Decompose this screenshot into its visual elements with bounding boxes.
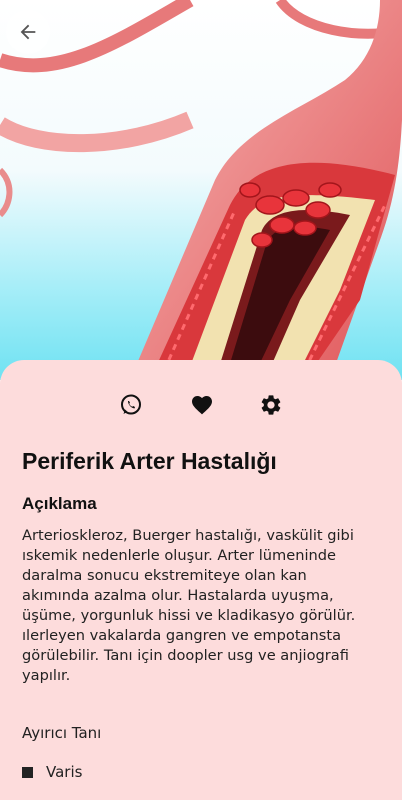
- square-bullet-icon: [22, 766, 33, 778]
- heart-icon: [192, 396, 212, 415]
- page-title: Periferik Arter Hastalığı: [22, 448, 277, 474]
- gear-icon: [261, 395, 281, 415]
- action-bar: [0, 390, 402, 420]
- differential-list-item: Varis: [22, 763, 82, 781]
- arrow-left-icon: [20, 24, 36, 40]
- differential-item-label: Varis: [46, 763, 83, 781]
- whatsapp-icon: [121, 394, 141, 415]
- description-heading: Açıklama: [22, 494, 97, 513]
- back-button[interactable]: [6, 10, 50, 54]
- settings-button[interactable]: [256, 390, 286, 420]
- whatsapp-share-button[interactable]: [116, 390, 146, 420]
- description-text: Arterioskleroz, Buerger hastalığı, vaskü…: [22, 527, 356, 684]
- detail-sheet: Periferik Arter Hastalığı Açıklama Arter…: [0, 360, 402, 800]
- favorite-button[interactable]: [187, 390, 217, 420]
- artery-illustration: [0, 0, 402, 380]
- differential-heading: Ayırıcı Tanı: [22, 724, 102, 742]
